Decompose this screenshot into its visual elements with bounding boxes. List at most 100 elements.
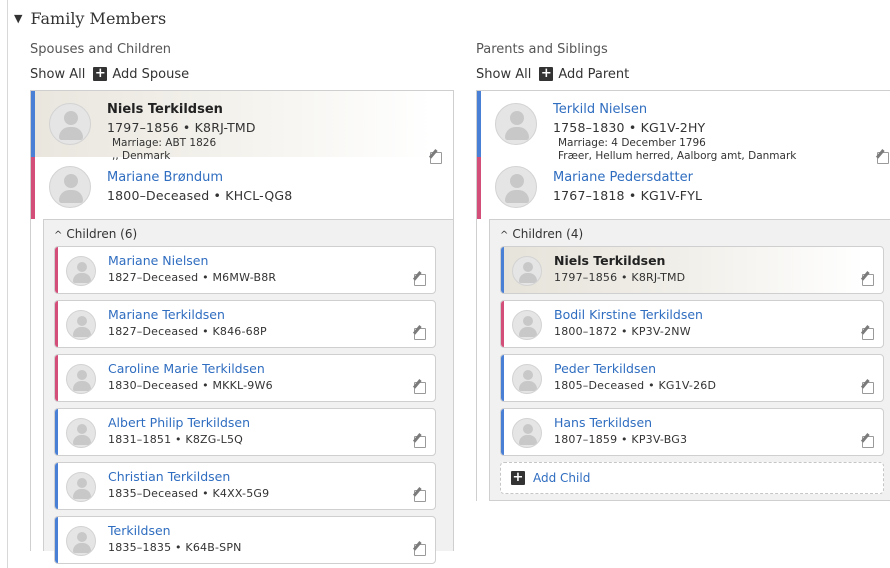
child-card[interactable]: Mariane Nielsen 1827–Deceased • M6MW-B8R xyxy=(54,246,436,294)
avatar xyxy=(66,310,96,340)
wife-name[interactable]: Mariane Brøndum xyxy=(107,169,292,187)
avatar xyxy=(66,364,96,394)
add-spouse-label: Add Spouse xyxy=(112,66,190,82)
child-lifespan: 1797–1856 • K8RJ-TMD xyxy=(554,271,686,284)
family-members-toggle[interactable]: ▼ Family Members xyxy=(14,9,166,28)
person-info: Christian Terkildsen 1835–Deceased • K4XX… xyxy=(108,463,269,509)
couple-block: Terkild Nielsen 1758–1830 • KG1V-2HY Mar… xyxy=(477,91,890,219)
child-name[interactable]: Hans Terkildsen xyxy=(554,414,687,431)
edit-icon[interactable] xyxy=(414,272,427,286)
person-info: Niels Terkildsen 1797–1856 • K8RJ-TMD Ma… xyxy=(107,91,256,162)
person-info: Terkildsen 1835–1835 • K64B-SPN xyxy=(108,517,242,563)
child-name[interactable]: Christian Terkildsen xyxy=(108,468,269,485)
child-name: Niels Terkildsen xyxy=(554,253,666,268)
avatar xyxy=(495,166,537,208)
gender-bar-male xyxy=(31,91,35,157)
edit-icon[interactable] xyxy=(862,326,875,340)
mother-name[interactable]: Mariane Pedersdatter xyxy=(553,169,702,187)
child-card[interactable]: Albert Philip Terkildsen 1831–1851 • K8ZG… xyxy=(54,408,436,456)
column-actions: Show All + Add Parent xyxy=(476,60,890,88)
wife-row[interactable]: Mariane Brøndum 1800–Deceased • KHCL-QG8 xyxy=(31,157,453,219)
person-info: Albert Philip Terkildsen 1831–1851 • K8ZG… xyxy=(108,409,250,455)
child-lifespan: 1800–1872 • KP3V-2NW xyxy=(554,325,691,338)
child-card[interactable]: Christian Terkildsen 1835–Deceased • K4XX… xyxy=(54,462,436,510)
children-toggle[interactable]: ^ Children (6) xyxy=(54,226,453,246)
person-info: Caroline Marie Terkildsen 1830–Deceased •… xyxy=(108,355,273,401)
child-card[interactable]: Caroline Marie Terkildsen 1830–Deceased •… xyxy=(54,354,436,402)
marriage-date: Marriage: 4 December 1796 xyxy=(558,137,706,149)
edit-icon[interactable] xyxy=(430,150,443,164)
child-name[interactable]: Mariane Terkildsen xyxy=(108,306,267,323)
child-card[interactable]: Bodil Kirstine Terkildsen 1800–1872 • KP3… xyxy=(500,300,884,348)
plus-icon: + xyxy=(511,470,525,485)
child-card[interactable]: Mariane Terkildsen 1827–Deceased • K846-6… xyxy=(54,300,436,348)
plus-icon: + xyxy=(539,66,554,81)
edit-icon[interactable] xyxy=(414,326,427,340)
person-info: Terkild Nielsen 1758–1830 • KG1V-2HY Mar… xyxy=(553,91,796,162)
child-name[interactable]: Mariane Nielsen xyxy=(108,252,276,269)
avatar xyxy=(512,310,542,340)
add-spouse-button[interactable]: + Add Spouse xyxy=(93,67,189,82)
edit-icon[interactable] xyxy=(414,434,427,448)
person-info: Mariane Pedersdatter 1767–1818 • KG1V-FY… xyxy=(553,157,702,219)
husband-name: Niels Terkildsen xyxy=(107,102,223,117)
child-name[interactable]: Peder Terkildsen xyxy=(554,360,716,377)
person-info: Mariane Nielsen 1827–Deceased • M6MW-B8R xyxy=(108,247,276,293)
child-name[interactable]: Bodil Kirstine Terkildsen xyxy=(554,306,703,323)
child-card[interactable]: Terkildsen 1835–1835 • K64B-SPN xyxy=(54,516,436,564)
column-title: Parents and Siblings xyxy=(476,42,608,57)
child-card[interactable]: Peder Terkildsen 1805–Deceased • KG1V-26D xyxy=(500,354,884,402)
child-lifespan: 1805–Deceased • KG1V-26D xyxy=(554,379,717,392)
husband-row[interactable]: Niels Terkildsen 1797–1856 • K8RJ-TMD Ma… xyxy=(31,91,453,162)
edit-icon[interactable] xyxy=(862,380,875,394)
gender-bar-male xyxy=(477,91,481,157)
marriage-date: Marriage: ABT 1826 xyxy=(112,137,217,149)
edit-icon[interactable] xyxy=(862,272,875,286)
child-lifespan: 1807–1859 • KP3V-BG3 xyxy=(554,433,688,446)
person-info: Bodil Kirstine Terkildsen 1800–1872 • KP3… xyxy=(554,301,703,347)
person-info: Hans Terkildsen 1807–1859 • KP3V-BG3 xyxy=(554,409,687,455)
father-row[interactable]: Terkild Nielsen 1758–1830 • KG1V-2HY Mar… xyxy=(477,91,890,162)
add-child-button[interactable]: + Add Child xyxy=(500,462,884,494)
gender-bar-female xyxy=(501,301,504,347)
person-info: Mariane Terkildsen 1827–Deceased • K846-6… xyxy=(108,301,267,347)
avatar xyxy=(66,418,96,448)
add-parent-button[interactable]: + Add Parent xyxy=(539,67,629,82)
avatar xyxy=(49,166,91,208)
mother-row[interactable]: Mariane Pedersdatter 1767–1818 • KG1V-FY… xyxy=(477,157,890,219)
gender-bar-female xyxy=(55,301,58,347)
add-parent-label: Add Parent xyxy=(558,66,630,82)
avatar xyxy=(66,256,96,286)
child-card[interactable]: Hans Terkildsen 1807–1859 • KP3V-BG3 xyxy=(500,408,884,456)
edit-icon[interactable] xyxy=(414,380,427,394)
edit-icon[interactable] xyxy=(877,150,890,164)
child-name[interactable]: Terkildsen xyxy=(108,522,242,539)
edit-icon[interactable] xyxy=(414,542,427,556)
child-card[interactable]: Niels Terkildsen 1797–1856 • K8RJ-TMD xyxy=(500,246,884,294)
gender-bar-male xyxy=(501,247,504,293)
child-name[interactable]: Albert Philip Terkildsen xyxy=(108,414,250,431)
edit-icon[interactable] xyxy=(862,434,875,448)
show-all-link[interactable]: Show All xyxy=(476,67,531,82)
gender-bar-male xyxy=(55,463,58,509)
child-name[interactable]: Caroline Marie Terkildsen xyxy=(108,360,273,377)
person-info: Mariane Brøndum 1800–Deceased • KHCL-QG8 xyxy=(107,157,292,219)
father-name[interactable]: Terkild Nielsen xyxy=(553,101,796,119)
couple-card: Niels Terkildsen 1797–1856 • K8RJ-TMD Ma… xyxy=(30,90,454,564)
gender-bar-male xyxy=(55,409,58,455)
gender-bar-male xyxy=(501,355,504,401)
caret-down-icon: ▼ xyxy=(14,12,23,25)
gender-bar-male xyxy=(55,517,58,563)
plus-icon: + xyxy=(93,66,108,81)
edit-icon[interactable] xyxy=(414,488,427,502)
left-rule xyxy=(7,0,8,568)
avatar xyxy=(66,472,96,502)
father-lifespan: 1758–1830 • KG1V-2HY xyxy=(553,120,706,135)
section-title: Family Members xyxy=(30,9,167,28)
children-list: Mariane Nielsen 1827–Deceased • M6MW-B8R M… xyxy=(54,246,453,564)
show-all-link[interactable]: Show All xyxy=(30,67,85,82)
add-child-label: Add Child xyxy=(533,471,591,485)
children-toggle[interactable]: ^ Children (4) xyxy=(500,226,890,246)
gender-bar-male xyxy=(501,409,504,455)
children-count: Children (6) xyxy=(66,227,138,241)
